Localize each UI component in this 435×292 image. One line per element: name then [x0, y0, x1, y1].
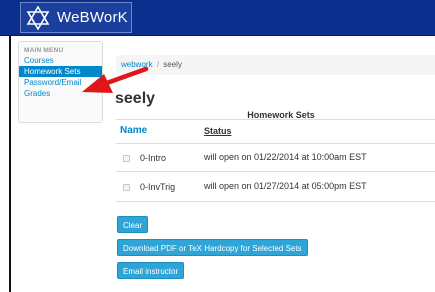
set-status-0-intro: will open on 01/22/2014 at 10:00am EST	[204, 152, 367, 162]
sidebar-item-password-email[interactable]: Password/Email	[19, 77, 102, 88]
logo-text: WeBWorK	[57, 9, 128, 26]
main-menu-title: MAIN MENU	[24, 47, 64, 54]
breadcrumb: webwork / seely	[116, 55, 435, 75]
main-menu-sidebar: MAIN MENU Courses Homework Sets Password…	[18, 41, 103, 123]
row-checkbox-0-invtrig[interactable]	[123, 184, 130, 191]
window-left-border	[9, 36, 11, 292]
sidebar-item-courses[interactable]: Courses	[19, 55, 102, 66]
sidebar-item-grades[interactable]: Grades	[19, 88, 102, 99]
set-name-0-intro[interactable]: 0-Intro	[140, 153, 166, 163]
column-header-status[interactable]: Status	[204, 126, 232, 136]
breadcrumb-current: seely	[163, 60, 182, 69]
column-header-name[interactable]: Name	[120, 125, 147, 136]
breadcrumb-link-webwork[interactable]: webwork	[121, 60, 153, 69]
star-of-david-icon	[25, 5, 51, 31]
top-navbar: WeBWorK	[0, 0, 435, 36]
download-hardcopy-button[interactable]: Download PDF or TeX Hardcopy for Selecte…	[117, 239, 308, 256]
page-title: seely	[115, 90, 156, 107]
table-header-divider	[116, 119, 435, 120]
breadcrumb-separator: /	[156, 60, 160, 69]
set-status-0-invtrig: will open on 01/27/2014 at 05:00pm EST	[204, 181, 367, 191]
sidebar-item-homework-sets[interactable]: Homework Sets	[19, 66, 102, 77]
row-divider	[116, 201, 435, 202]
set-name-0-invtrig[interactable]: 0-InvTrig	[140, 182, 175, 192]
email-instructor-button[interactable]: Email instructor	[117, 262, 185, 279]
row-divider	[116, 171, 435, 172]
clear-button[interactable]: Clear	[117, 216, 149, 233]
row-divider	[116, 143, 435, 144]
webwork-logo[interactable]: WeBWorK	[20, 2, 132, 33]
row-checkbox-0-intro[interactable]	[123, 155, 130, 162]
